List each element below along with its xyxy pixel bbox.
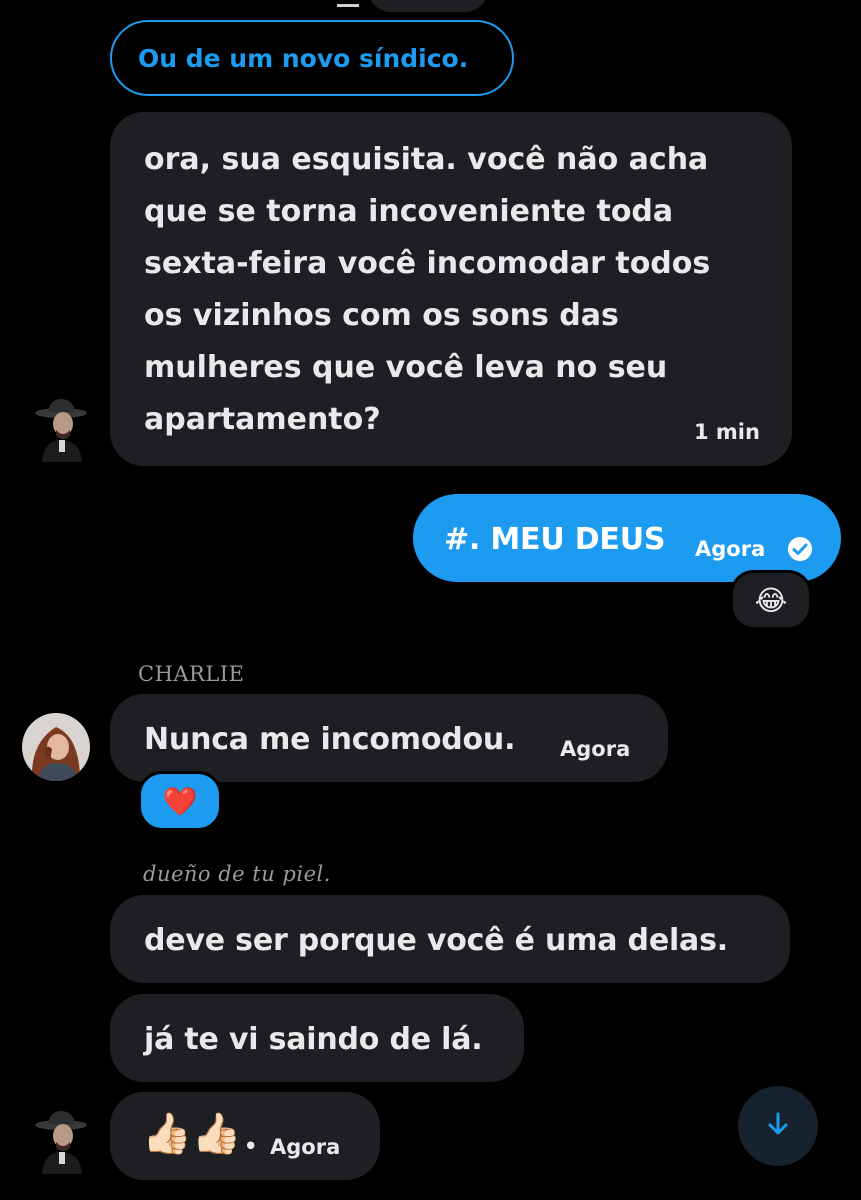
reaction-badge[interactable]: ❤️ (138, 771, 222, 831)
message-line: ora, sua esquisita. você não acha (144, 142, 709, 177)
woman-avatar[interactable] (22, 713, 90, 781)
message-bubble-incoming[interactable]: Nunca me incomodou. Agora (110, 694, 668, 782)
message-line: sexta-feira você incomodar todos (144, 246, 711, 281)
message-line: apartamento? (144, 402, 381, 437)
scroll-to-bottom-button[interactable] (738, 1086, 818, 1166)
message-time: Agora (560, 737, 631, 761)
previous-message-fragment (368, 0, 488, 12)
sender-name: dueño de tu piel. (143, 862, 331, 886)
quoted-reply-text: Ou de um novo síndico. (138, 43, 469, 73)
message-text: Nunca me incomodou. (144, 722, 516, 757)
message-time: Agora (270, 1135, 341, 1159)
man-in-hat-avatar[interactable] (30, 396, 92, 462)
message-line: que se torna incoveniente toda (144, 194, 674, 229)
man-in-hat-avatar[interactable] (30, 1108, 92, 1174)
message-text: ora, sua esquisita. você não acha que se… (144, 134, 784, 446)
heart-reaction: ❤️ (162, 784, 198, 818)
message-text: #. MEU DEUS (444, 522, 666, 557)
previous-message-underline (337, 4, 359, 7)
arrow-down-icon (763, 1109, 793, 1143)
message-line: os vizinhos com os sons das (144, 298, 619, 333)
message-bubble-incoming[interactable]: deve ser porque você é uma delas. (110, 895, 790, 983)
reaction-emoji: 😂 (754, 583, 788, 617)
message-bubble-incoming[interactable]: já te vi saindo de lá. (110, 994, 524, 1082)
message-text: já te vi saindo de lá. (144, 1022, 483, 1057)
message-time: 1 min (694, 420, 760, 444)
message-bubble-incoming[interactable]: 👍🏻👍🏻 • Agora (110, 1092, 380, 1180)
separator-dot: • (244, 1134, 258, 1158)
message-bubble-incoming[interactable]: ora, sua esquisita. você não acha que se… (110, 112, 792, 466)
sender-name: CHARLIE (138, 662, 245, 686)
message-text: deve ser porque você é uma delas. (144, 923, 728, 958)
message-line: mulheres que você leva no seu (144, 350, 668, 385)
message-bubble-outgoing[interactable]: #. MEU DEUS Agora (413, 494, 841, 582)
message-time: Agora (695, 537, 766, 561)
quoted-reply[interactable]: Ou de um novo síndico. (110, 20, 514, 96)
check-circle-icon (787, 536, 813, 566)
reaction-badge[interactable]: 😂 (730, 570, 812, 630)
thumbs-up-emoji: 👍🏻👍🏻 (142, 1111, 242, 1157)
